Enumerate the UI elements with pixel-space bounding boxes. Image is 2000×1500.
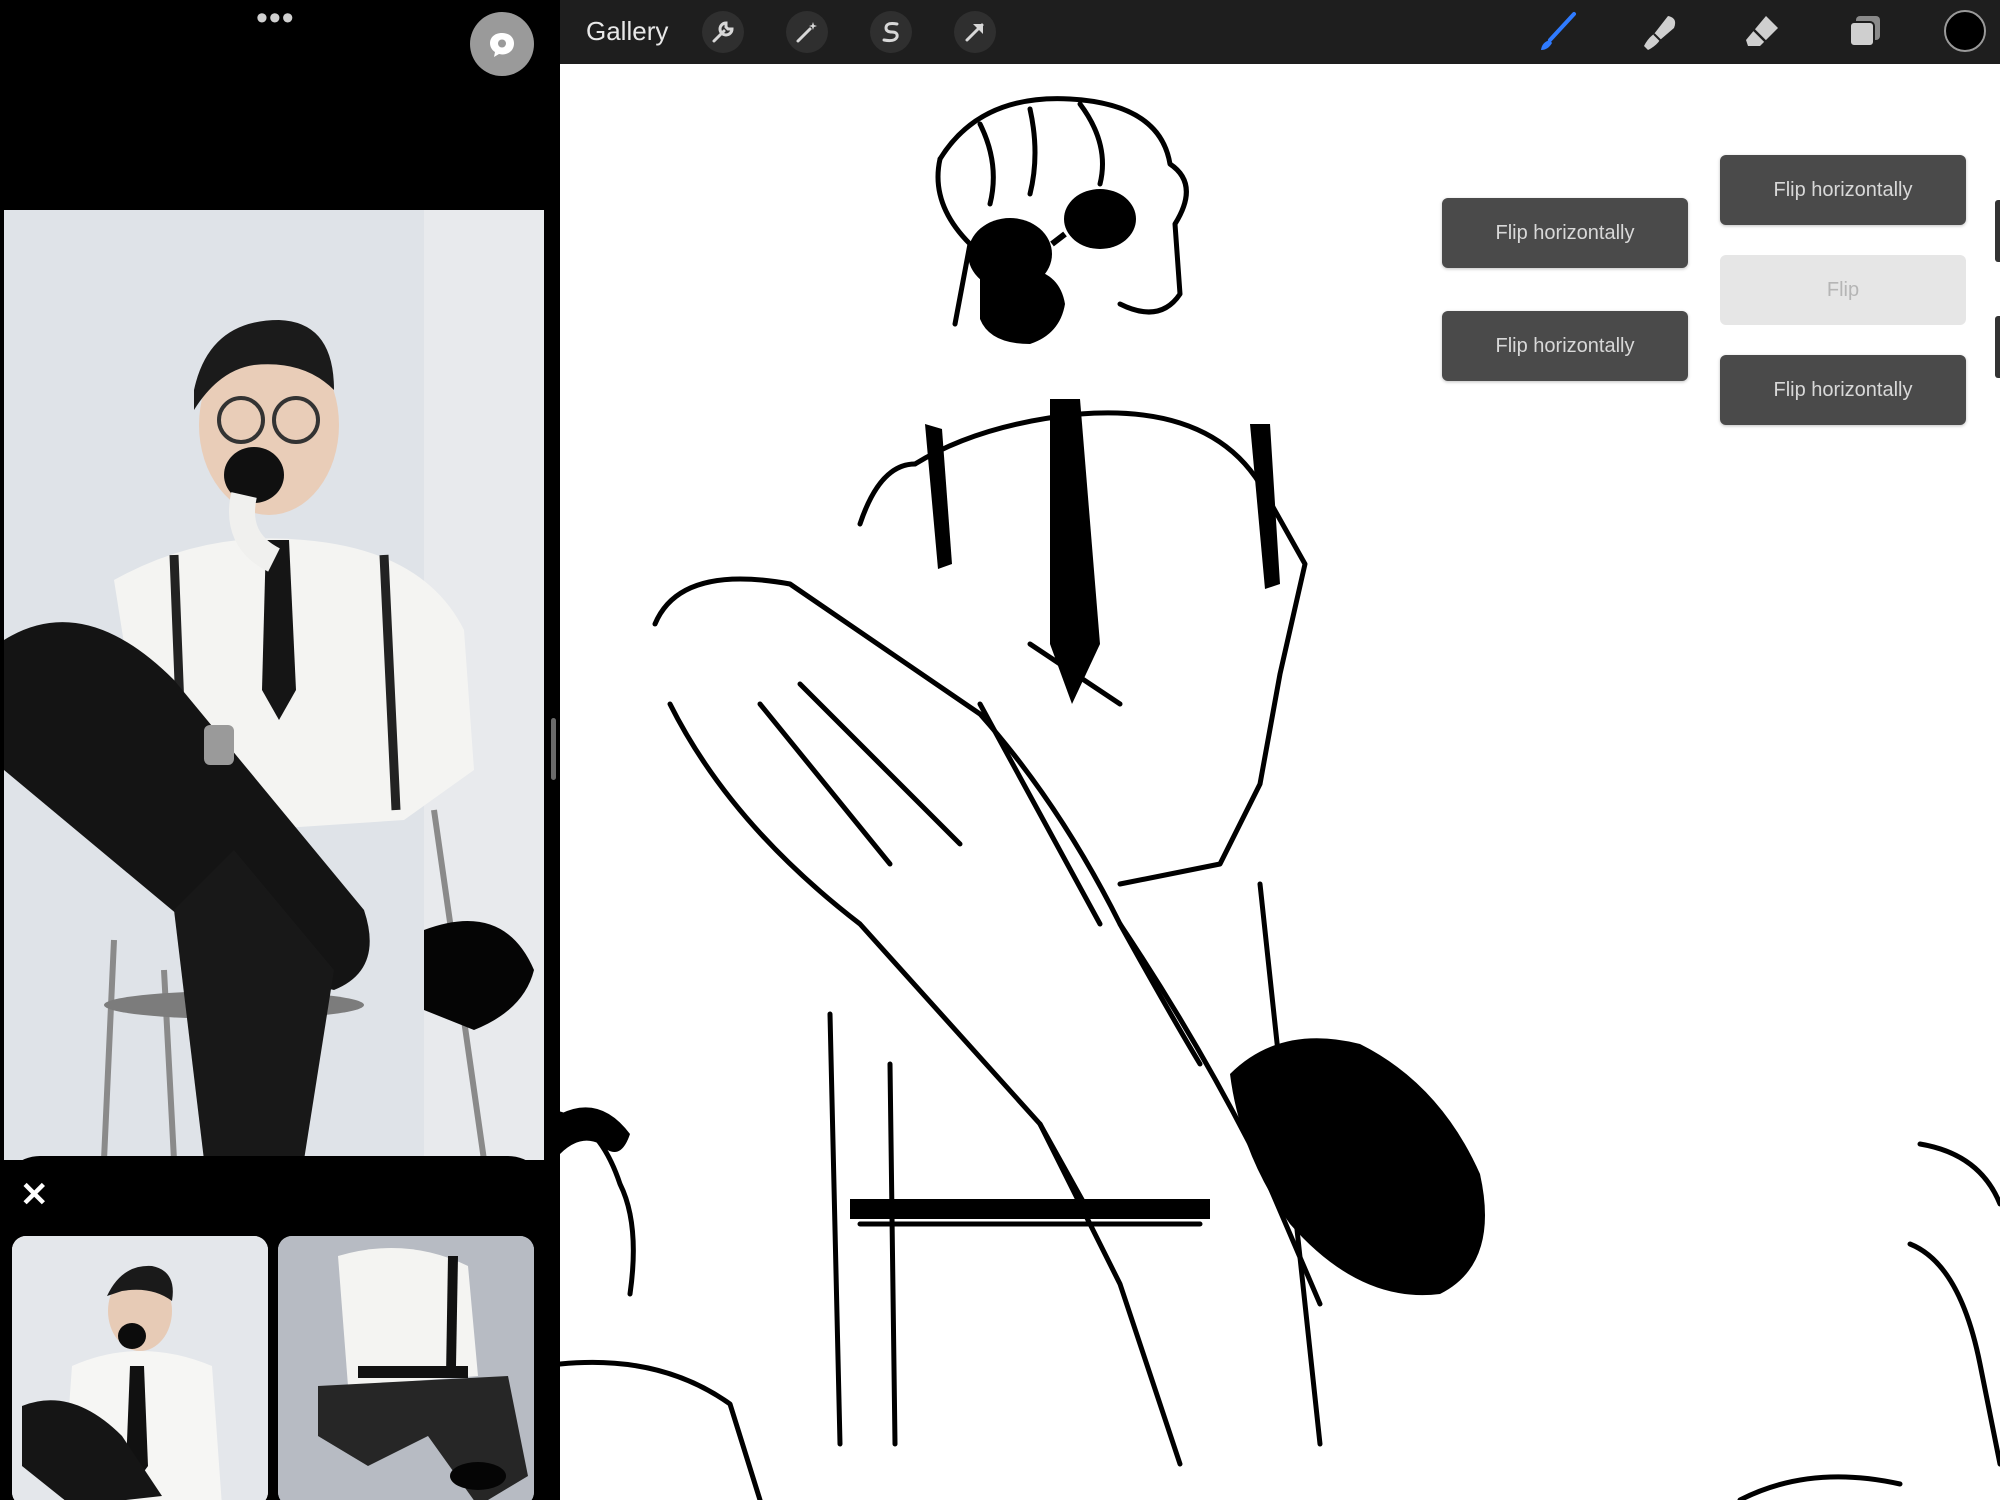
reference-thumbnail[interactable]	[278, 1236, 534, 1500]
reference-thumbnail[interactable]	[12, 1236, 268, 1500]
reference-photo	[4, 210, 544, 1160]
color-swatch-button[interactable]	[1944, 10, 1986, 52]
edge-tab[interactable]	[1995, 316, 2000, 378]
actions-button[interactable]	[702, 11, 744, 53]
brush-icon	[1541, 12, 1576, 50]
brush-tool-button[interactable]	[1536, 10, 1580, 54]
flip-horizontally-button[interactable]: Flip horizontally	[1442, 311, 1688, 381]
layers-icon	[1849, 16, 1880, 47]
layers-button[interactable]	[1842, 10, 1886, 54]
selection-button[interactable]	[870, 11, 912, 53]
smudge-icon	[1644, 16, 1676, 50]
magic-wand-icon	[796, 22, 817, 43]
chat-bubble-button[interactable]	[470, 12, 534, 76]
selection-s-icon	[882, 22, 899, 43]
flip-button-disabled: Flip	[1720, 255, 1966, 325]
reference-pane: ••• ✕	[0, 0, 560, 1500]
split-view-handle[interactable]	[551, 718, 556, 780]
gallery-button[interactable]: Gallery	[586, 16, 668, 46]
eraser-tool-button[interactable]	[1740, 10, 1784, 54]
flip-horizontally-button[interactable]: Flip horizontally	[1442, 198, 1688, 268]
eraser-icon	[1746, 16, 1778, 46]
adjustments-button[interactable]	[786, 11, 828, 53]
flip-horizontally-button[interactable]: Flip horizontally	[1720, 155, 1966, 225]
wrench-icon	[712, 21, 734, 43]
close-icon[interactable]: ✕	[20, 1178, 49, 1212]
edge-tab[interactable]	[1995, 200, 2000, 262]
transform-arrow-icon	[965, 23, 984, 42]
flip-horizontally-button[interactable]: Flip horizontally	[1720, 355, 1966, 425]
transform-button[interactable]	[954, 11, 996, 53]
chat-bubble-icon	[490, 33, 514, 57]
more-options-icon[interactable]: •••	[256, 1, 295, 35]
smudge-tool-button[interactable]	[1638, 10, 1682, 54]
reference-thumbnail-sheet: ✕	[0, 1156, 548, 1500]
top-toolbar: Gallery	[560, 0, 2000, 64]
